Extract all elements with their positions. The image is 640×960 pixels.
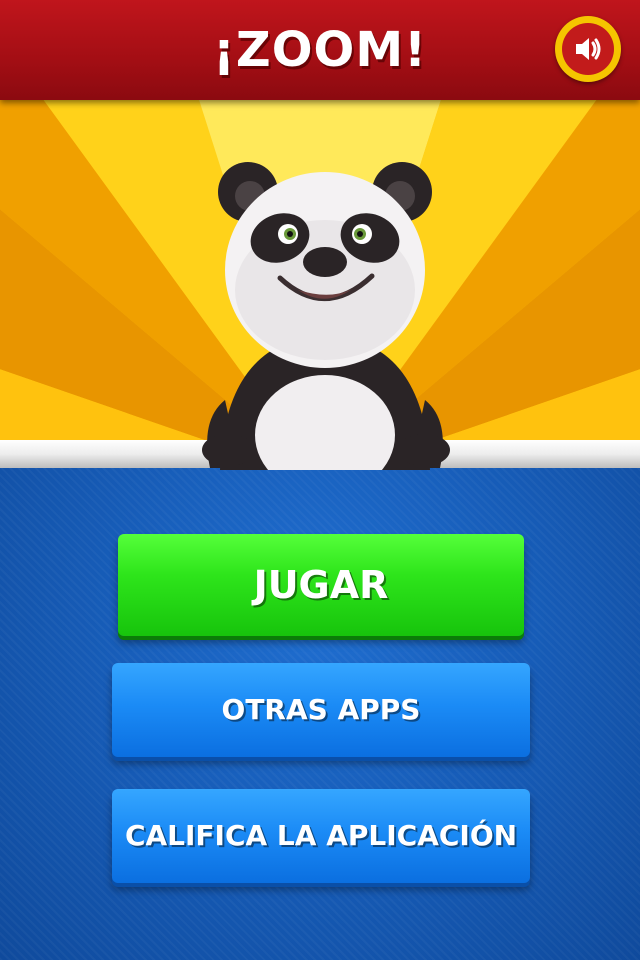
panda-mascot	[202, 162, 450, 470]
rate-app-button[interactable]: CALIFICA LA APLICACIÓN	[112, 789, 530, 883]
header-bar: ¡ZOOM!	[0, 0, 640, 100]
other-apps-button[interactable]: OTRAS APPS	[112, 663, 530, 757]
sound-button-face	[562, 23, 614, 75]
play-button[interactable]: JUGAR	[118, 534, 524, 636]
app-title: ¡ZOOM!	[213, 22, 427, 78]
sound-toggle-button[interactable]	[555, 16, 621, 82]
speaker-volume-icon	[576, 38, 601, 60]
